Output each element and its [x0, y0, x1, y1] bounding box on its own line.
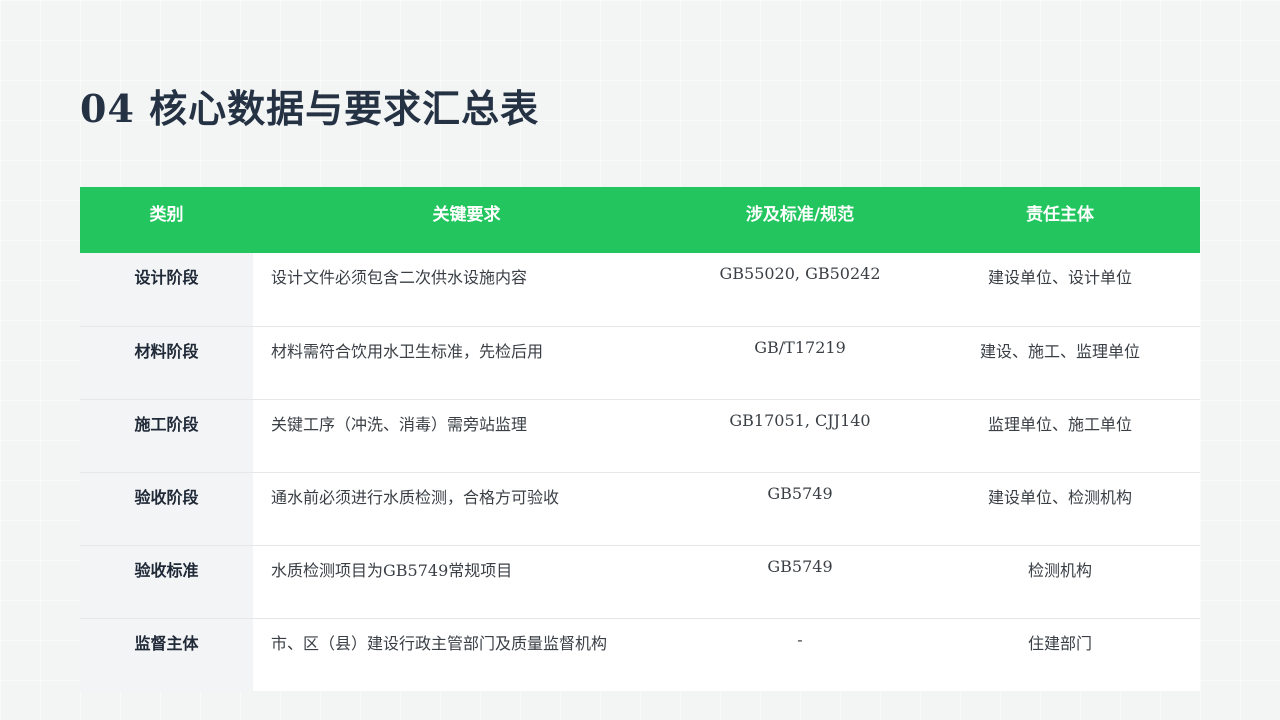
table-row: 验收标准 水质检测项目为GB5749常规项目 GB5749 检测机构	[80, 545, 1200, 618]
row-standard: -	[797, 629, 803, 649]
summary-table-container: 类别 关键要求 涉及标准/规范 责任主体 设计阶段 设计文件必须包含二次供水设施…	[80, 187, 1200, 691]
row-owner: 住建部门	[1027, 633, 1092, 653]
table-row: 监督主体 市、区（县）建设行政主管部门及质量监督机构 - 住建部门	[80, 618, 1200, 691]
row-category: 设计阶段	[80, 253, 253, 326]
row-owner: 建设单位、检测机构	[987, 487, 1132, 507]
table-body: 设计阶段 设计文件必须包含二次供水设施内容 GB55020, GB50242 建…	[80, 253, 1200, 691]
row-standard: GB5749	[767, 556, 833, 576]
header-owner: 责任主体	[1026, 205, 1094, 225]
row-category: 监督主体	[80, 618, 253, 691]
row-requirement: 设计文件必须包含二次供水设施内容	[271, 268, 528, 287]
header-requirement: 关键要求	[432, 205, 501, 225]
header-standard: 涉及标准/规范	[745, 205, 855, 225]
row-category: 材料阶段	[80, 326, 253, 399]
summary-table: 类别 关键要求 涉及标准/规范 责任主体 设计阶段 设计文件必须包含二次供水设施…	[80, 187, 1200, 691]
header-category: 类别	[149, 205, 184, 225]
row-standard: GB17051, CJJ140	[729, 410, 871, 430]
row-owner: 检测机构	[1027, 560, 1092, 580]
page-title: 04 核心数据与要求汇总表	[80, 86, 540, 131]
row-owner: 建设、施工、监理单位	[979, 341, 1140, 361]
row-requirement: 关键工序（冲洗、消毒）需旁站监理	[271, 414, 528, 434]
table-row: 设计阶段 设计文件必须包含二次供水设施内容 GB55020, GB50242 建…	[80, 253, 1200, 326]
table-row: 施工阶段 关键工序（冲洗、消毒）需旁站监理 GB17051, CJJ140 监理…	[80, 399, 1200, 472]
row-standard: GB55020, GB50242	[719, 264, 881, 283]
row-owner: 监理单位、施工单位	[987, 414, 1132, 434]
table-row: 材料阶段 材料需符合饮用水卫生标准，先检后用 GB/T17219 建设、施工、监…	[80, 326, 1200, 399]
row-requirement: 通水前必须进行水质检测，合格方可验收	[271, 487, 560, 507]
table-header-row: 类别 关键要求 涉及标准/规范 责任主体	[80, 187, 1200, 253]
row-category: 施工阶段	[80, 399, 253, 472]
table-header: 类别 关键要求 涉及标准/规范 责任主体	[80, 187, 1200, 253]
row-standard: GB/T17219	[754, 337, 846, 357]
table-row: 验收阶段 通水前必须进行水质检测，合格方可验收 GB5749 建设单位、检测机构	[80, 472, 1200, 545]
row-requirement: 材料需符合饮用水卫生标准，先检后用	[271, 341, 544, 361]
row-owner: 建设单位、设计单位	[987, 268, 1132, 287]
row-requirement: 水质检测项目为GB5749常规项目	[271, 560, 513, 580]
row-standard: GB5749	[767, 483, 833, 503]
row-category: 验收阶段	[80, 472, 253, 545]
row-requirement: 市、区（县）建设行政主管部门及质量监督机构	[271, 633, 608, 653]
row-category: 验收标准	[80, 545, 253, 618]
